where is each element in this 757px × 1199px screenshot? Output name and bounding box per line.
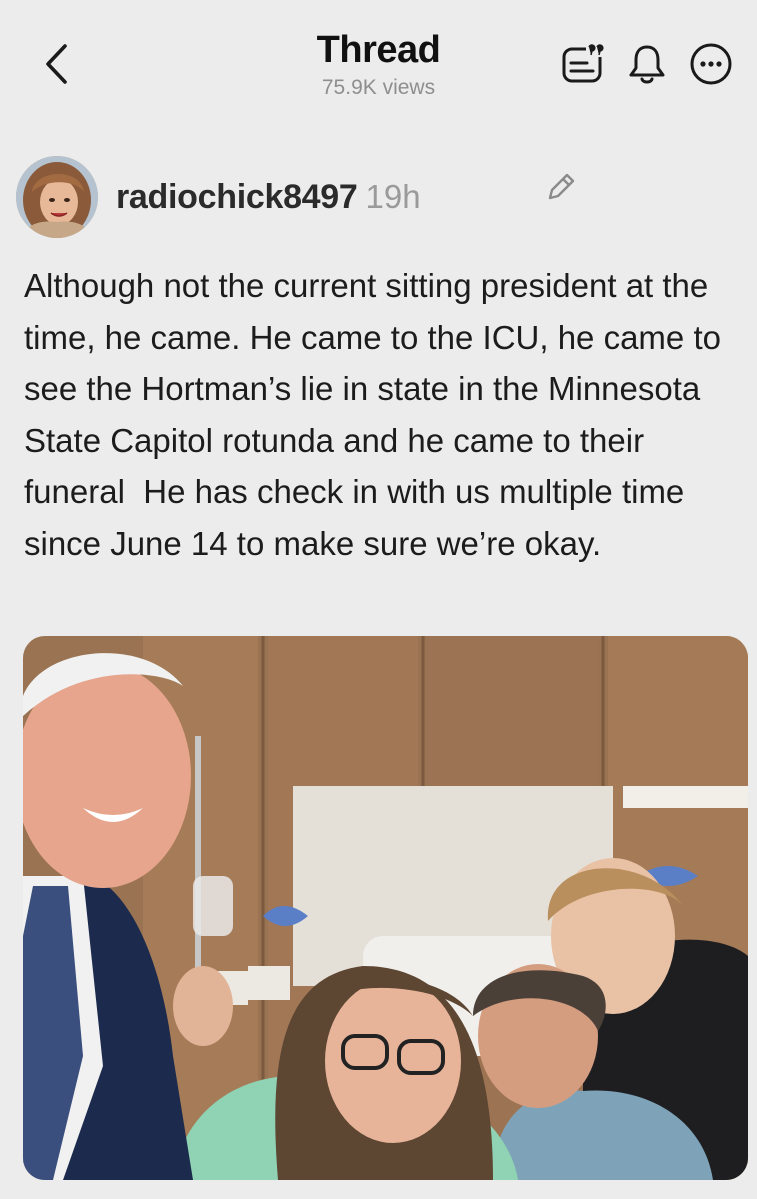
post-photo[interactable] — [23, 636, 748, 1180]
more-options-icon — [690, 43, 732, 85]
edit-post-button[interactable] — [544, 170, 578, 204]
chevron-left-icon — [46, 44, 67, 84]
back-button[interactable] — [30, 38, 82, 90]
header-actions — [559, 40, 735, 88]
post-timestamp: 19h — [365, 178, 421, 215]
thread-summary-button[interactable] — [559, 40, 607, 88]
pencil-icon — [548, 173, 575, 200]
hospital-selfie-photo — [23, 636, 748, 1180]
avatar-photo — [16, 156, 98, 238]
bell-icon — [629, 45, 665, 84]
post-body-text: Although not the current sitting preside… — [24, 267, 731, 562]
post-author-username[interactable]: radiochick8497 — [116, 178, 358, 217]
thread-header: Thread 75.9K views — [0, 0, 757, 130]
more-options-button[interactable] — [687, 40, 735, 88]
avatar[interactable] — [16, 156, 98, 238]
notifications-button[interactable] — [623, 40, 671, 88]
thread-summary-icon — [562, 43, 604, 83]
post-author-row: radiochick8497 19h — [16, 153, 421, 241]
